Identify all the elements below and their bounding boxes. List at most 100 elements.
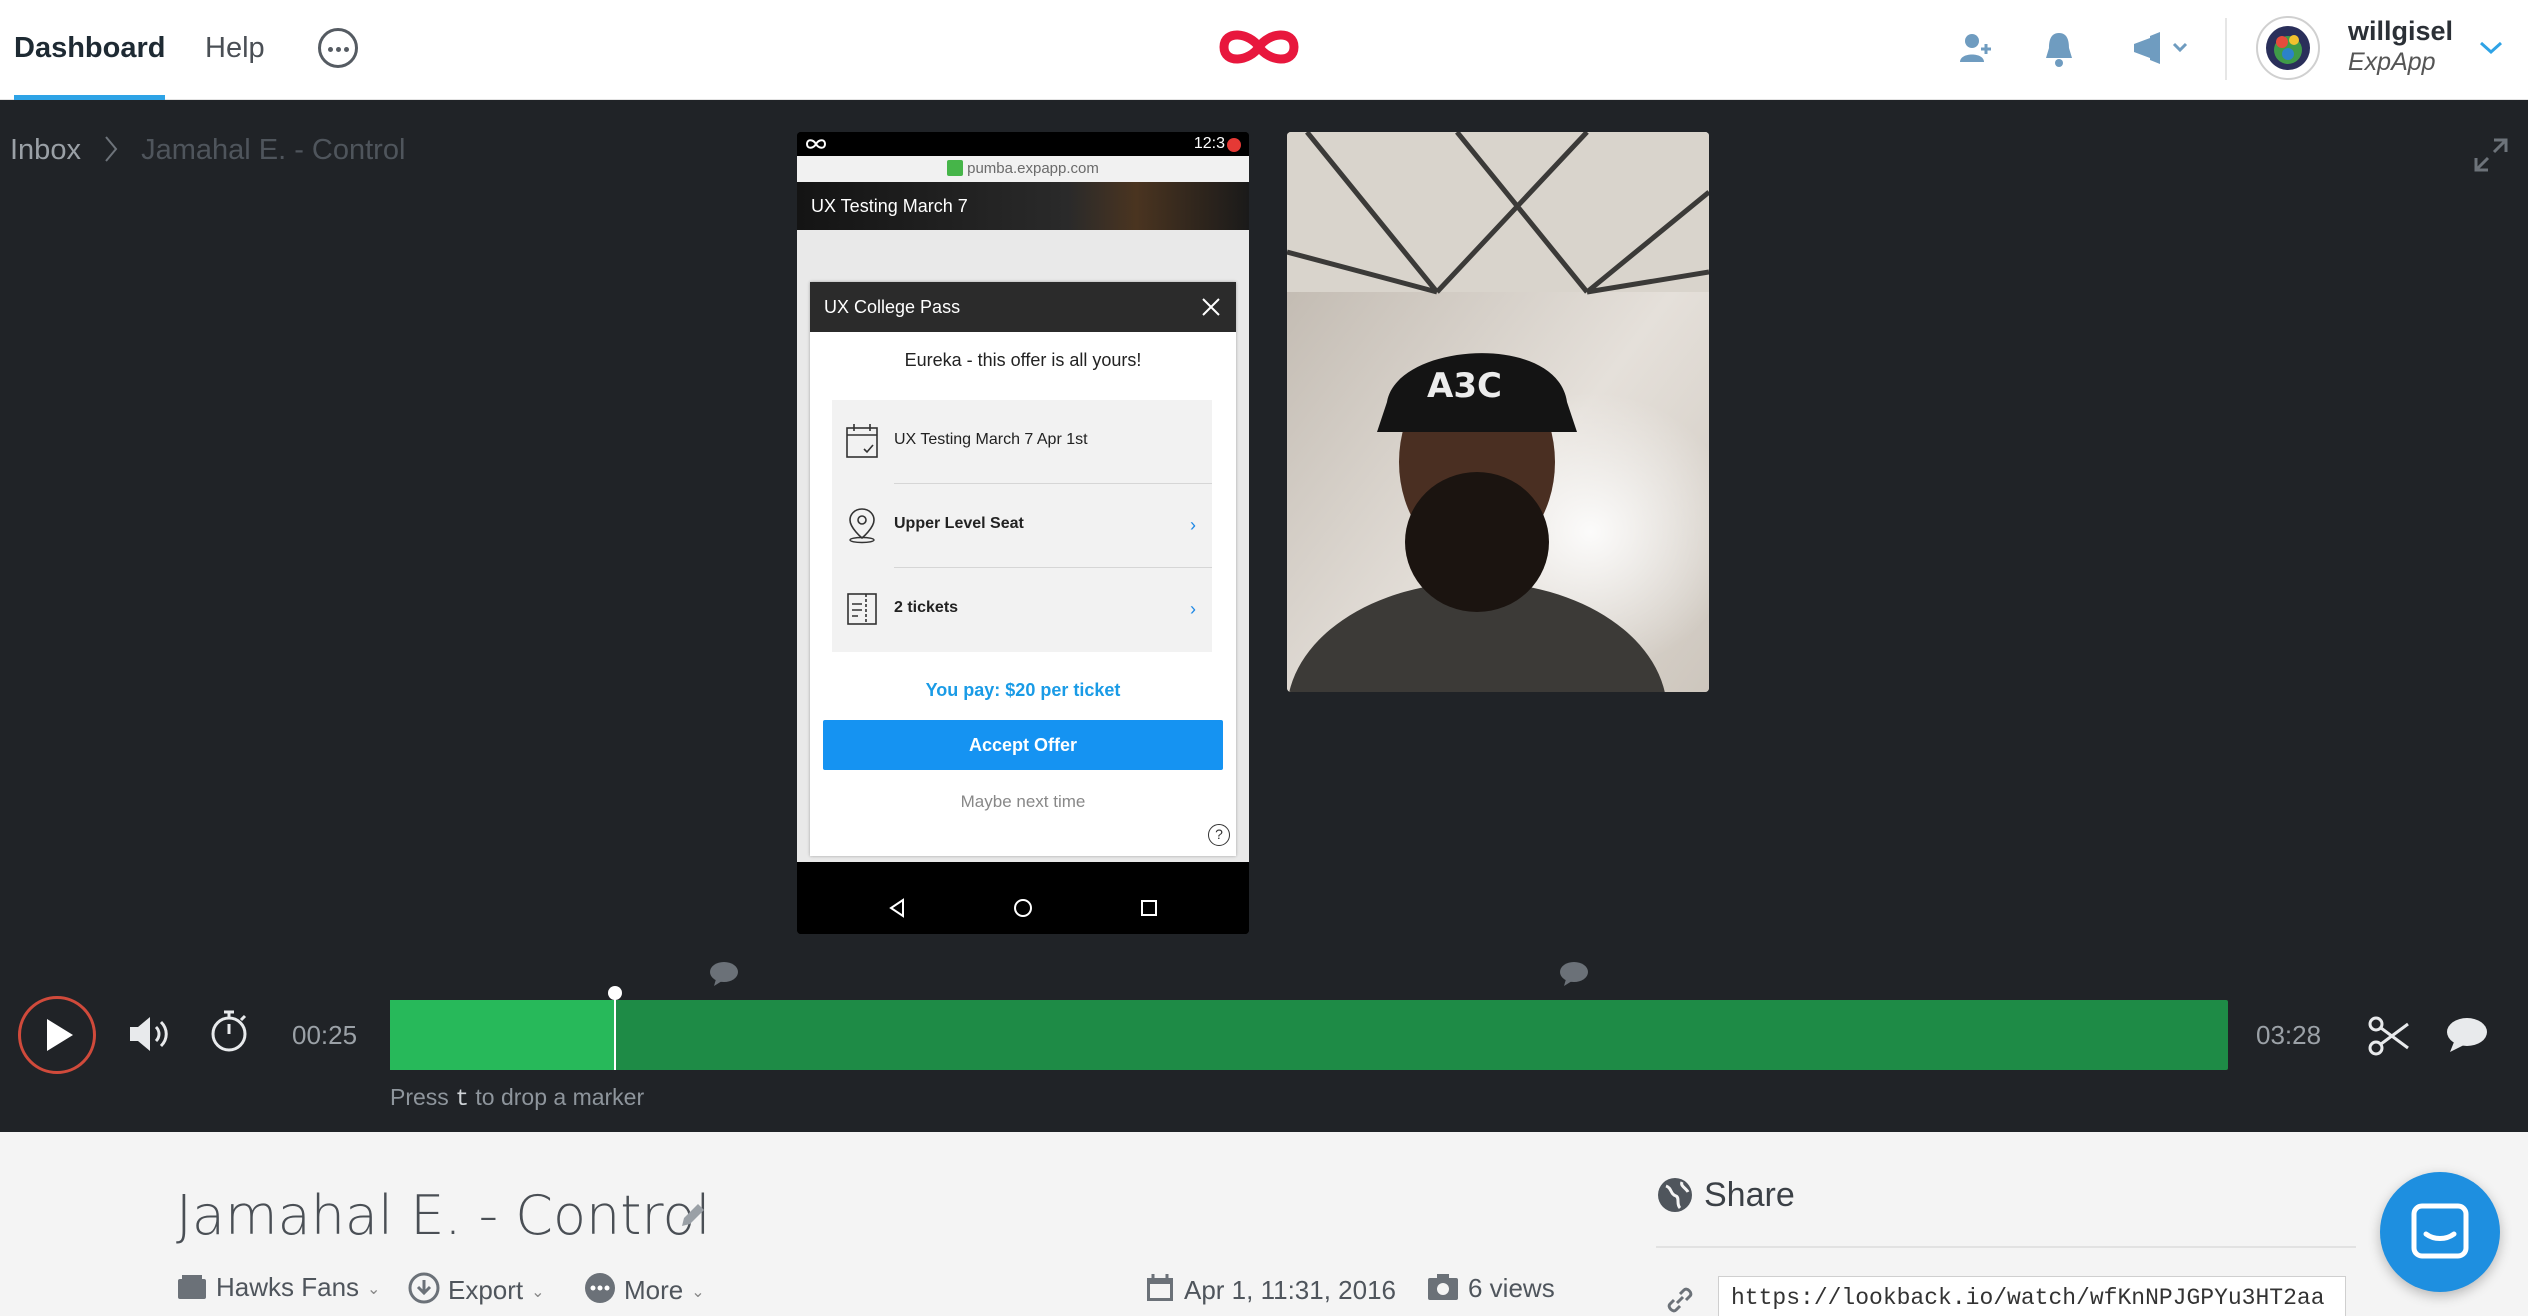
close-icon[interactable] xyxy=(1200,296,1222,318)
webcam-video: A3C xyxy=(1287,132,1709,692)
phone-status-bar: 12:3 xyxy=(797,132,1249,156)
timeline-scrubber[interactable] xyxy=(390,986,2228,1070)
play-icon xyxy=(47,1019,73,1051)
chevron-down-icon: ⌄ xyxy=(691,1284,705,1301)
scissors-icon[interactable] xyxy=(2366,1014,2412,1058)
chevron-right-icon: › xyxy=(1190,599,1196,619)
view-count-text: 6 views xyxy=(1468,1273,1555,1303)
play-button[interactable] xyxy=(18,996,96,1074)
chat-launcher-button[interactable] xyxy=(2380,1172,2500,1292)
view-count: 6 views xyxy=(1426,1272,1555,1304)
recording-title: Jamahal E. - Control xyxy=(176,1184,711,1247)
breadcrumb-current: Jamahal E. - Control xyxy=(141,134,406,166)
breadcrumb: Inbox Jamahal E. - Control xyxy=(10,134,405,167)
recording-dot-icon xyxy=(1227,138,1241,152)
chevron-right-icon: › xyxy=(1190,515,1196,535)
chevron-down-icon: ⌄ xyxy=(367,1281,381,1298)
more-label: More xyxy=(624,1275,684,1305)
fullscreen-icon[interactable] xyxy=(2472,136,2510,174)
back-icon xyxy=(889,898,904,918)
playhead[interactable] xyxy=(614,992,616,1070)
ticket-icon xyxy=(847,593,877,625)
tab-dashboard[interactable]: Dashboard xyxy=(14,0,166,100)
nav-divider xyxy=(2225,18,2227,80)
current-time: 00:25 xyxy=(292,1020,358,1050)
folder-icon xyxy=(178,1275,206,1299)
lock-icon xyxy=(947,160,964,176)
tab-help[interactable]: Help xyxy=(205,0,265,100)
camera-icon xyxy=(1428,1274,1458,1300)
username[interactable]: willgisel xyxy=(2348,16,2453,47)
megaphone-icon[interactable] xyxy=(2130,30,2190,66)
project-name: Hawks Fans xyxy=(216,1272,360,1302)
price-summary: You pay: $20 per ticket xyxy=(925,680,1121,700)
export-dropdown[interactable]: Export ⌄ xyxy=(408,1272,545,1306)
phone-url: pumba.expapp.com xyxy=(967,160,1099,177)
recording-date: Apr 1, 11:31, 2016 xyxy=(1144,1272,1396,1306)
marker-hint-prefix: Press xyxy=(390,1084,449,1110)
playhead-handle[interactable] xyxy=(608,986,622,1000)
share-url-field[interactable]: https://lookback.io/watch/wfKnNPJGPYu3HT… xyxy=(1718,1276,2346,1316)
organization-name[interactable]: ExpApp xyxy=(2348,48,2436,77)
volume-icon[interactable] xyxy=(126,1012,172,1056)
total-duration: 03:28 xyxy=(2256,1020,2322,1050)
infinity-icon xyxy=(805,139,827,149)
marker-hint-key: t xyxy=(455,1086,469,1112)
pencil-icon[interactable] xyxy=(676,1200,708,1232)
maybe-next-time-link[interactable]: Maybe next time xyxy=(810,792,1236,812)
chevron-down-icon[interactable] xyxy=(2478,40,2504,56)
phone-url-bar: pumba.expapp.com xyxy=(797,156,1249,182)
comment-marker-icon[interactable] xyxy=(708,960,740,988)
detail-row-text: Upper Level Seat xyxy=(894,515,1024,532)
export-label: Export xyxy=(448,1275,524,1305)
timeline-progress xyxy=(390,1000,614,1070)
breadcrumb-inbox-link[interactable]: Inbox xyxy=(10,134,81,166)
accept-offer-button[interactable]: Accept Offer xyxy=(823,720,1223,770)
recents-icon xyxy=(1141,900,1157,916)
share-heading: Share xyxy=(1656,1176,1795,1215)
detail-row-tickets[interactable]: 2 tickets › xyxy=(832,568,1212,652)
stopwatch-icon[interactable] xyxy=(208,1008,250,1054)
link-icon xyxy=(1667,1287,1693,1313)
recording-date-text: Apr 1, 11:31, 2016 xyxy=(1184,1275,1397,1305)
chevron-right-icon xyxy=(105,136,118,162)
calendar-icon xyxy=(1147,1274,1173,1301)
detail-row-text: UX Testing March 7 Apr 1st xyxy=(894,431,1088,448)
phone-clock: 12:3 xyxy=(1193,135,1225,152)
location-pin-icon xyxy=(849,508,875,544)
add-user-icon[interactable] xyxy=(1958,30,1994,66)
globe-icon xyxy=(1658,1178,1692,1212)
more-dropdown[interactable]: More ⌄ xyxy=(584,1272,705,1306)
modal-message: Eureka - this offer is all yours! xyxy=(904,350,1142,370)
marker-hint-suffix: to drop a marker xyxy=(475,1084,645,1110)
offer-details: UX Testing March 7 Apr 1st Upper Level S… xyxy=(832,400,1212,652)
help-icon[interactable]: ? xyxy=(1208,824,1230,846)
detail-row-event: UX Testing March 7 Apr 1st xyxy=(832,400,1212,484)
phone-page-title: UX Testing March 7 xyxy=(797,182,1249,230)
android-nav-bar xyxy=(797,880,1249,934)
divider xyxy=(1656,1246,2356,1248)
detail-row-text: 2 tickets xyxy=(894,599,959,616)
home-icon xyxy=(1014,899,1032,917)
infinity-logo-icon[interactable] xyxy=(1216,24,1302,70)
comment-marker-icon[interactable] xyxy=(1558,960,1590,988)
calendar-icon xyxy=(846,424,878,458)
ellipsis-circle-icon[interactable] xyxy=(318,28,358,68)
detail-row-seat[interactable]: Upper Level Seat › xyxy=(832,484,1212,568)
modal-title-text: UX College Pass xyxy=(824,297,961,317)
marker-hint: Press t to drop a marker xyxy=(390,1084,644,1112)
screen-recording-phone: 12:3 pumba.expapp.com UX Testing March 7… xyxy=(797,132,1249,934)
comment-icon[interactable] xyxy=(2444,1014,2490,1056)
top-navbar: Dashboard Help willgisel ExpApp xyxy=(0,0,2528,100)
chat-icon xyxy=(2411,1203,2469,1259)
bell-icon[interactable] xyxy=(2042,30,2076,68)
avatar[interactable] xyxy=(2256,16,2320,80)
chevron-down-icon: ⌄ xyxy=(531,1284,545,1301)
svg-text:A3C: A3C xyxy=(1427,366,1502,406)
modal-title: UX College Pass xyxy=(810,282,1236,332)
project-dropdown[interactable]: Hawks Fans ⌄ xyxy=(176,1272,380,1303)
webcam-frame: A3C xyxy=(1287,132,1709,692)
offer-modal: UX College Pass Eureka - this offer is a… xyxy=(810,282,1236,856)
download-icon xyxy=(408,1272,440,1304)
share-heading-text: Share xyxy=(1704,1176,1795,1214)
